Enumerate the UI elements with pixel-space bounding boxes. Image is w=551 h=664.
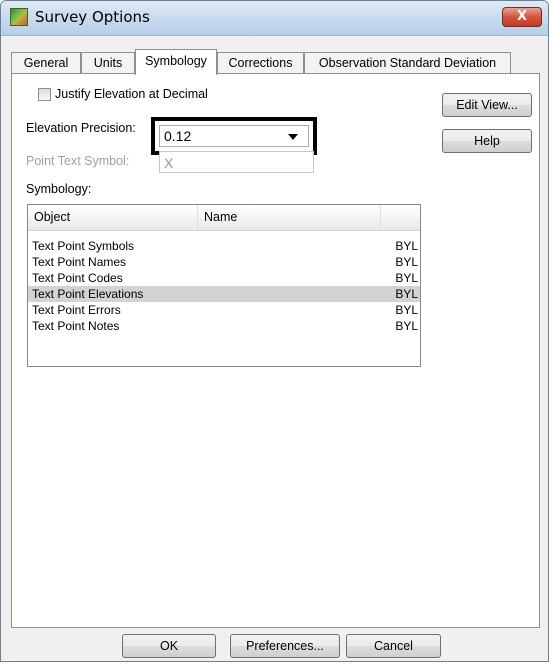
list-row-text-point-codes[interactable]: Text Point Codes BYL — [28, 270, 420, 286]
symbology-panel: Justify Elevation at Decimal Elevation P… — [11, 73, 540, 628]
column-header-name[interactable]: Name — [198, 205, 381, 230]
point-text-symbol-label: Point Text Symbol: — [26, 154, 130, 168]
survey-options-dialog: Survey Options X General Units Symbology… — [0, 0, 549, 662]
preferences-button[interactable]: Preferences... — [230, 634, 340, 658]
elevation-precision-value: 0.12 — [164, 128, 192, 144]
cancel-button[interactable]: Cancel — [346, 634, 441, 658]
row-symbology: BYL — [395, 239, 418, 253]
column-header-symbology[interactable] — [381, 205, 421, 230]
row-object: Text Point Errors — [32, 303, 121, 317]
row-symbology: BYL — [395, 255, 418, 269]
row-object: Text Point Codes — [32, 271, 123, 285]
row-object: Text Point Elevations — [32, 287, 144, 301]
elevation-precision-select[interactable]: 0.12 — [159, 125, 309, 147]
list-header: Object Name — [28, 205, 420, 231]
row-symbology: BYL — [395, 319, 418, 333]
elevation-precision-label: Elevation Precision: — [26, 121, 136, 135]
row-object: Text Point Symbols — [32, 239, 135, 253]
list-row-text-point-elevations[interactable]: Text Point Elevations BYL — [28, 286, 420, 302]
row-symbology: BYL — [395, 287, 418, 301]
point-text-symbol-field[interactable]: X — [159, 151, 314, 173]
list-rows: Text Point Symbols BYL Text Point Names … — [28, 238, 420, 334]
row-symbology: BYL — [395, 303, 418, 317]
tab-symbology[interactable]: Symbology — [135, 49, 217, 75]
chevron-down-icon[interactable] — [288, 134, 298, 140]
row-symbology: BYL — [395, 271, 418, 285]
ok-button[interactable]: OK — [122, 634, 216, 658]
tab-corrections[interactable]: Corrections — [217, 52, 304, 73]
justify-elevation-checkbox[interactable] — [38, 88, 51, 101]
justify-elevation-label: Justify Elevation at Decimal — [55, 87, 208, 101]
symbology-list[interactable]: Object Name Text Point Symbols BYL Text … — [27, 204, 421, 367]
help-button[interactable]: Help — [442, 129, 532, 153]
close-button[interactable]: X — [502, 7, 542, 27]
column-header-object[interactable]: Object — [28, 205, 198, 230]
list-row-text-point-symbols[interactable]: Text Point Symbols BYL — [28, 238, 420, 254]
tab-observation-standard-deviation[interactable]: Observation Standard Deviation — [304, 52, 511, 73]
list-row-text-point-errors[interactable]: Text Point Errors BYL — [28, 302, 420, 318]
point-text-symbol-value: X — [164, 155, 174, 171]
symbology-label: Symbology: — [26, 182, 92, 196]
app-icon — [10, 8, 28, 26]
tab-units[interactable]: Units — [81, 52, 135, 73]
row-object: Text Point Names — [32, 255, 127, 269]
elevation-precision-highlight: 0.12 — [151, 117, 317, 155]
list-row-text-point-notes[interactable]: Text Point Notes BYL — [28, 318, 420, 334]
row-object: Text Point Notes — [32, 319, 120, 333]
edit-view-button[interactable]: Edit View... — [442, 93, 532, 117]
list-row-text-point-names[interactable]: Text Point Names BYL — [28, 254, 420, 270]
tab-general[interactable]: General — [11, 52, 81, 73]
window-title: Survey Options — [35, 8, 150, 26]
title-bar[interactable]: Survey Options X — [1, 1, 548, 36]
